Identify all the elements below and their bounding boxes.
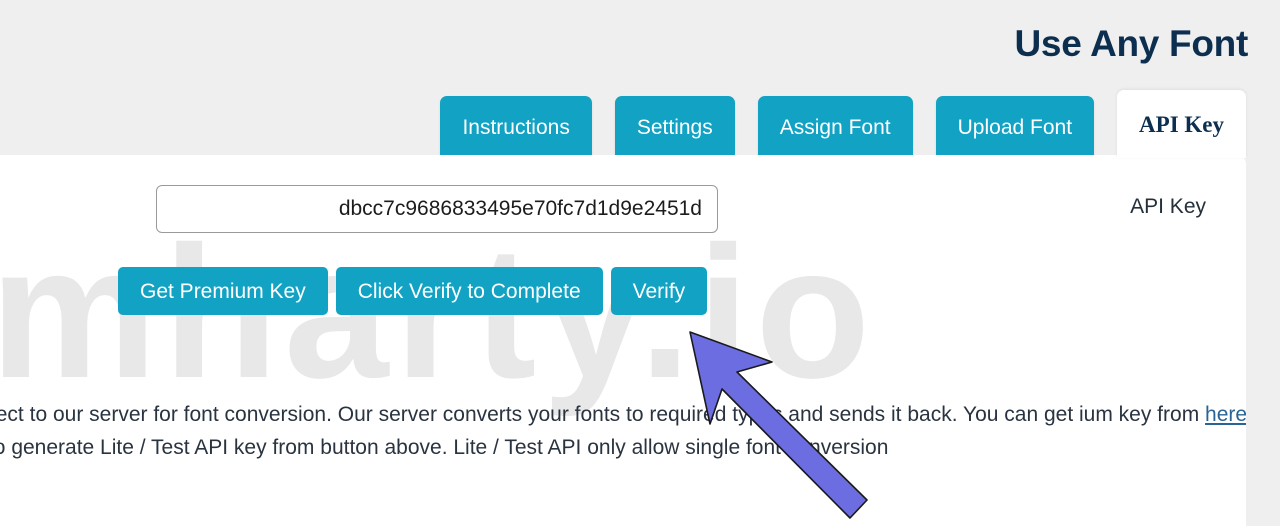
action-buttons: Get Premium Key Click Verify to Complete…: [118, 267, 708, 315]
api-key-form: API Key Get Premium Key Click Verify to …: [0, 155, 1246, 526]
api-key-input[interactable]: [156, 185, 718, 233]
description-part-2: ium key from: [1079, 403, 1206, 426]
tab-api-key[interactable]: API Key: [1117, 90, 1246, 158]
click-verify-to-complete-button[interactable]: Click Verify to Complete: [335, 267, 603, 315]
verify-button[interactable]: Verify: [610, 267, 708, 315]
get-premium-key-button[interactable]: Get Premium Key: [118, 267, 328, 315]
page-header: Use Any Font: [0, 0, 1280, 88]
api-key-field-label: API Key: [1130, 195, 1206, 218]
page-title: Use Any Font: [1014, 23, 1249, 64]
tab-upload-font[interactable]: Upload Font: [935, 96, 1095, 158]
tab-assign-font[interactable]: Assign Font: [757, 96, 913, 158]
tab-settings[interactable]: Settings: [614, 96, 735, 158]
description-part-1: ded to connect to our server for font co…: [0, 403, 1079, 426]
description-text: ded to connect to our server for font co…: [0, 398, 1246, 464]
api-key-panel: mharty.io API Key Get Premium Key Click …: [0, 155, 1246, 526]
tab-instructions[interactable]: Instructions: [440, 96, 592, 158]
api-key-row: API Key: [156, 185, 1206, 233]
here-link[interactable]: here: [1205, 403, 1246, 426]
tab-bar: Instructions Settings Assign Font Upload…: [0, 90, 1280, 158]
